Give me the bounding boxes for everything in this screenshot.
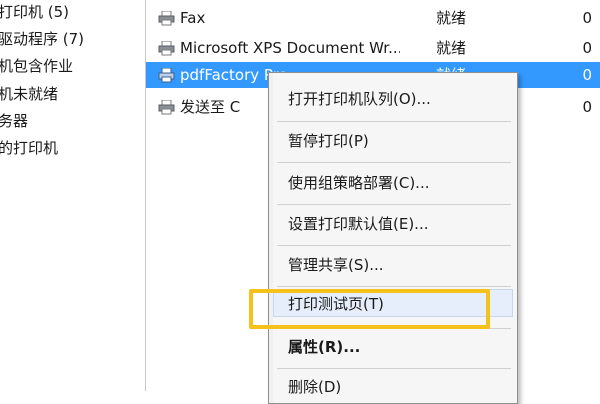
menu-separator xyxy=(277,245,511,246)
printer-status: 就绪 xyxy=(436,9,467,27)
printer-job-count: 0 xyxy=(582,39,592,57)
printer-name: Microsoft XPS Document Wr... xyxy=(180,39,400,57)
nav-item-servers[interactable]: 务器 xyxy=(0,111,28,131)
annotation-highlight-box xyxy=(249,289,490,329)
printer-icon xyxy=(158,100,175,115)
printer-row-fax[interactable]: Fax 就绪 0 xyxy=(146,5,600,31)
printer-icon xyxy=(158,11,175,26)
menu-item-deploy-group-policy[interactable]: 使用组策略部署(C)... xyxy=(288,173,429,193)
menu-separator xyxy=(277,204,511,205)
printer-job-count: 0 xyxy=(582,66,592,84)
printer-status: 就绪 xyxy=(436,39,467,57)
menu-item-set-defaults[interactable]: 设置打印默认值(E)... xyxy=(288,214,429,234)
nav-item-printers[interactable]: 打印机 (5) xyxy=(0,2,69,22)
printer-icon xyxy=(158,68,175,83)
menu-separator xyxy=(277,162,511,163)
menu-separator xyxy=(277,121,511,122)
menu-item-delete[interactable]: 删除(D) xyxy=(288,377,341,397)
nav-item-printers-not-ready[interactable]: 机未就绪 xyxy=(0,84,58,104)
menu-separator xyxy=(277,368,511,369)
nav-item-drivers[interactable]: 驱动程序 (7) xyxy=(0,29,84,49)
printer-name: Fax xyxy=(180,9,206,27)
menu-gutter xyxy=(269,73,273,403)
navigation-pane: 打印机 (5) 驱动程序 (7) 机包含作业 机未就绪 务器 的打印机 xyxy=(0,0,145,391)
menu-item-open-queue[interactable]: 打开打印机队列(O)... xyxy=(288,89,431,109)
printer-row-xps[interactable]: Microsoft XPS Document Wr... 就绪 0 xyxy=(146,35,600,61)
printer-job-count: 0 xyxy=(582,9,592,27)
menu-item-manage-sharing[interactable]: 管理共享(S)... xyxy=(288,255,384,275)
menu-item-properties[interactable]: 属性(R)... xyxy=(288,337,360,357)
printer-icon xyxy=(158,41,175,56)
printer-job-count: 0 xyxy=(582,98,592,116)
nav-item-printers-with-jobs[interactable]: 机包含作业 xyxy=(0,56,73,76)
menu-separator xyxy=(277,286,511,287)
nav-item-deployed-printers[interactable]: 的打印机 xyxy=(0,138,58,158)
menu-item-pause-printing[interactable]: 暂停打印(P) xyxy=(288,131,369,151)
printer-context-menu: 打开打印机队列(O)... 暂停打印(P) 使用组策略部署(C)... 设置打印… xyxy=(268,72,518,404)
